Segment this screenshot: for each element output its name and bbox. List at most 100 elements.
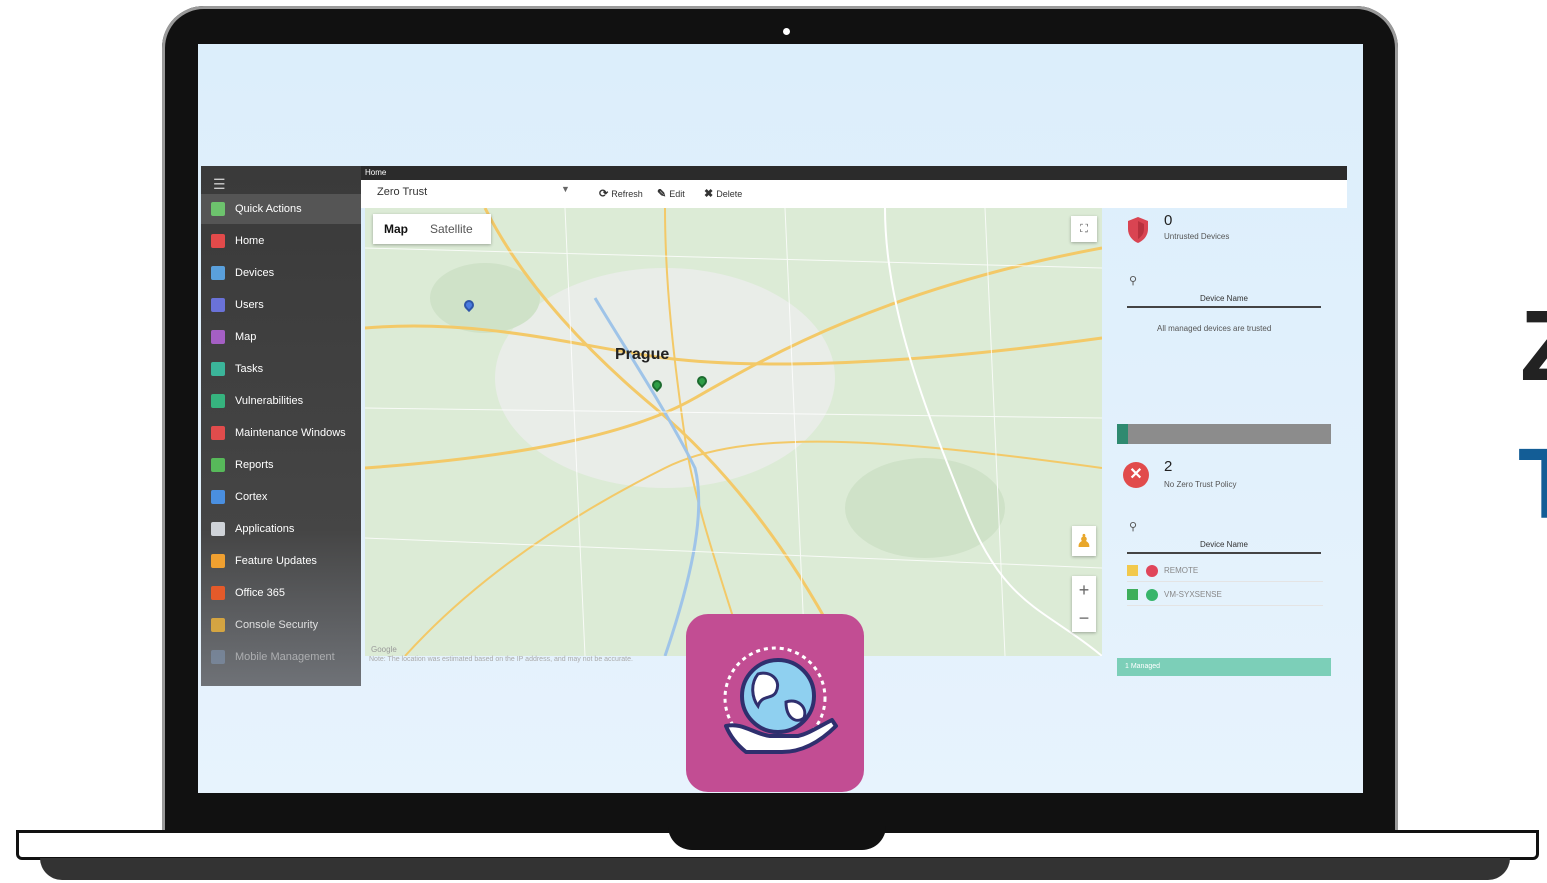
tab-map[interactable]: Map [373,222,419,236]
sidebar-item-tasks[interactable]: Tasks [201,354,361,384]
delete-label: Delete [716,189,743,199]
windows-icon [1127,589,1138,600]
mobile-icon [211,650,225,664]
sidebar-item-quick-actions[interactable]: Quick Actions [201,194,361,224]
shield-icon [211,394,225,408]
sidebar-item-label: Mobile Management [235,651,335,663]
city-label: Prague [615,346,670,363]
laptop-base-shadow [40,858,1510,880]
sidebar-item-map[interactable]: Map [201,322,361,352]
no-policy-count: 2 [1164,458,1173,475]
zoom-out-button[interactable]: − [1072,604,1096,632]
column-header-device-name[interactable]: Device Name [1127,290,1321,308]
map-icon [211,330,225,344]
sidebar-item-mobile-management[interactable]: Mobile Management [201,642,361,672]
sidebar-item-label: Vulnerabilities [235,395,304,407]
sidebar-item-feature-updates[interactable]: Feature Updates [201,546,361,576]
map-note: Note: The location was estimated based o… [369,656,633,663]
map-view[interactable]: Map Satellite ⛶ Prague ♟ + − Google [365,208,1102,656]
progress-fill [1117,424,1128,444]
sidebar-item-reports[interactable]: Reports [201,450,361,480]
sidebar-item-label: Users [235,299,264,311]
sidebar-item-devices[interactable]: Devices [201,258,361,288]
sidebar-item-label: Console Security [235,619,319,631]
sidebar-item-label: Tasks [235,363,264,375]
laptop-notch [668,826,886,850]
laptop-screen: ☰ Quick Actions Home Devices Users Map Tasks V… [198,44,1363,793]
sidebar-item-label: Cortex [235,491,268,503]
sidebar-item-maintenance-windows[interactable]: Maintenance Windows [201,418,361,448]
apps-icon [211,522,225,536]
chevron-down-icon[interactable]: ▼ [561,184,570,194]
error-icon: ✕ [1123,462,1149,488]
home-icon [211,234,225,248]
zoom-in-button[interactable]: + [1072,576,1096,604]
users-icon [211,298,225,312]
pencil-icon: ✎ [657,188,667,200]
windows-icon [211,554,225,568]
tools-icon [211,426,225,440]
table-row[interactable]: VM-SYXSENSE [1127,584,1323,606]
fullscreen-icon[interactable]: ⛶ [1071,216,1097,242]
monitor-icon [211,266,225,280]
toolbar: Zero Trust ▼ ⟳ Refresh ✎ Edit ✖ Delete [361,180,1347,208]
sidebar-item-home[interactable]: Home [201,226,361,256]
cortex-icon [211,490,225,504]
sidebar-item-label: Office 365 [235,587,285,599]
edit-label: Edit [669,189,685,199]
status-dot [1146,564,1158,577]
refresh-label: Refresh [611,189,643,199]
zoom-control: + − [1072,576,1096,632]
street-view-icon[interactable]: ♟ [1072,526,1096,556]
sidebar-item-label: Map [235,331,257,343]
globe-in-hand-icon [723,646,838,754]
shield-icon [1128,217,1148,243]
sidebar-item-label: Maintenance Windows [235,427,346,439]
device-name: REMOTE [1164,566,1199,575]
policy-dropdown[interactable]: Zero Trust [377,186,573,202]
device-name: VM-SYXSENSE [1164,590,1222,599]
camera-dot [783,28,790,35]
sidebar-item-office-365[interactable]: Office 365 [201,578,361,608]
sidebar-item-label: Applications [235,523,295,535]
office-icon [211,586,225,600]
sidebar-item-users[interactable]: Users [201,290,361,320]
sidebar-item-label: Feature Updates [235,555,317,567]
refresh-button[interactable]: ⟳ Refresh [599,187,643,200]
empty-message: All managed devices are trusted [1157,324,1272,333]
no-policy-label: No Zero Trust Policy [1164,480,1237,489]
breadcrumb: Home [361,166,1347,180]
untrusted-count: 0 [1164,212,1173,229]
untrusted-label: Untrusted Devices [1164,232,1230,241]
pin-icon[interactable]: ⚲ [1129,274,1137,287]
managed-bar: 1 Managed [1117,658,1331,676]
map-roads [365,208,1102,656]
windows-icon [1127,565,1138,576]
sidebar-item-label: Devices [235,267,275,279]
sidebar-item-vulnerabilities[interactable]: Vulnerabilities [201,386,361,416]
pin-icon[interactable]: ⚲ [1129,520,1137,533]
tasks-icon [211,362,225,376]
tab-satellite[interactable]: Satellite [419,222,484,236]
sidebar-item-label: Reports [235,459,274,471]
edit-button[interactable]: ✎ Edit [657,187,685,200]
sidebar-item-label: Home [235,235,265,247]
plus-icon [211,202,225,216]
column-header-device-name[interactable]: Device Name [1127,536,1321,554]
progress-bar [1117,424,1331,444]
sidebar-item-applications[interactable]: Applications [201,514,361,544]
chart-icon [211,458,225,472]
sidebar-item-console-security[interactable]: Console Security [201,610,361,640]
sidebar-item-cortex[interactable]: Cortex [201,482,361,512]
table-row[interactable]: REMOTE [1127,560,1323,582]
app-window: ☰ Quick Actions Home Devices Users Map Tasks V… [201,166,1347,686]
side-heading-line1: Z [1520,296,1547,396]
zero-trust-panel: 0 Untrusted Devices ⚲ Device Name All ma… [1113,208,1343,686]
map-type-toggle: Map Satellite [373,214,491,244]
sidebar: ☰ Quick Actions Home Devices Users Map Tasks V… [201,166,361,686]
app-logo [686,614,864,792]
menu-icon[interactable]: ☰ [213,176,226,193]
map-credit: Google [371,645,397,654]
lock-icon [211,618,225,632]
delete-button[interactable]: ✖ Delete [704,187,742,200]
